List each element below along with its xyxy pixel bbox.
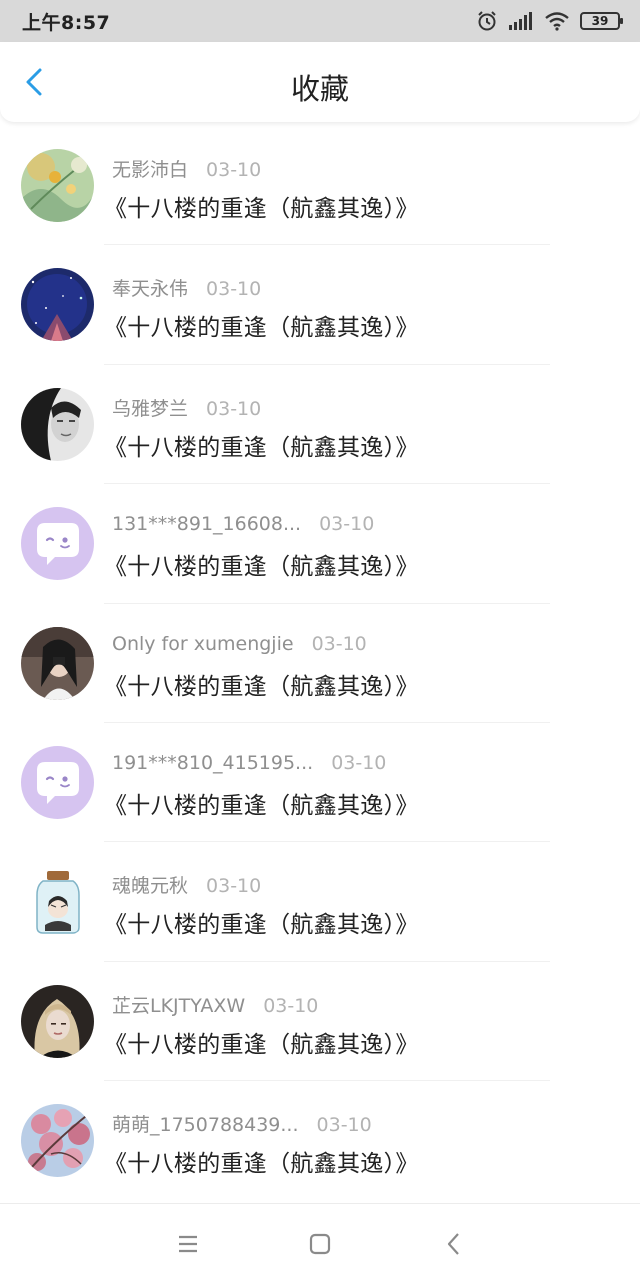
date-label: 03-10 (316, 1114, 372, 1137)
item-meta: 乌雅梦兰 03-10 (112, 394, 261, 421)
date-label: 03-10 (263, 994, 319, 1017)
date-label: 03-10 (206, 159, 262, 181)
author-name: Only for xumengjie (112, 632, 294, 655)
wifi-icon (544, 11, 570, 31)
book-title: 《十八楼的重逢（航鑫其逸）》 (104, 673, 419, 700)
book-title: 《十八楼的重逢（航鑫其逸）》 (104, 434, 419, 461)
page-title: 收藏 (290, 72, 349, 106)
alarm-icon (476, 10, 498, 32)
avatar (21, 1104, 94, 1178)
avatar (21, 865, 94, 939)
date-label: 03-10 (331, 751, 387, 774)
avatar (21, 507, 94, 581)
book-title: 《十八楼的重逢（航鑫其逸）》 (104, 1031, 419, 1058)
item-meta: 芷云LKJTYAXW 03-10 (112, 991, 318, 1018)
favorites-list: 无影沛白 03-10 《十八楼的重逢（航鑫其逸）》 奉天永伟 03-10 《十八… (0, 126, 640, 1201)
system-nav-bar (0, 1203, 640, 1280)
list-item[interactable]: Only for xumengjie 03-10 《十八楼的重逢（航鑫其逸）》 (0, 604, 640, 723)
avatar (21, 984, 94, 1058)
book-title: 《十八楼的重逢（航鑫其逸）》 (104, 196, 419, 222)
battery-icon: 39 (580, 12, 623, 30)
list-item[interactable]: 芷云LKJTYAXW 03-10 《十八楼的重逢（航鑫其逸）》 (0, 962, 640, 1082)
item-meta: 131***891_16608... 03-10 (112, 513, 374, 535)
item-meta: 萌萌_1750788439... 03-10 (112, 1110, 372, 1137)
avatar (21, 149, 94, 222)
list-item[interactable]: 萌萌_1750788439... 03-10 《十八楼的重逢（航鑫其逸）》 (0, 1081, 640, 1200)
nav-bar: 收藏 (0, 42, 640, 122)
status-bar: 上午8:57 39 (0, 0, 640, 42)
list-item[interactable]: 魂魄元秋 03-10 《十八楼的重逢（航鑫其逸）》 (0, 842, 640, 962)
book-title: 《十八楼的重逢（航鑫其逸）》 (104, 792, 419, 819)
list-item[interactable]: 无影沛白 03-10 《十八楼的重逢（航鑫其逸）》 (0, 126, 640, 246)
author-name: 魂魄元秋 (112, 875, 189, 898)
author-name: 131***891_16608... (112, 513, 302, 536)
menu-button[interactable] (170, 1226, 206, 1262)
author-name: 萌萌_1750788439... (112, 1114, 299, 1137)
author-name: 乌雅梦兰 (112, 397, 189, 420)
date-label: 03-10 (206, 397, 262, 420)
menu-icon (179, 1235, 197, 1253)
list-item[interactable]: 乌雅梦兰 03-10 《十八楼的重逢（航鑫其逸）》 (0, 365, 640, 485)
item-meta: 奉天永伟 03-10 (112, 274, 261, 301)
book-title: 《十八楼的重逢（航鑫其逸）》 (104, 912, 419, 939)
author-name: 无影沛白 (112, 159, 189, 181)
signal-icon (508, 11, 534, 31)
back-triangle-icon (447, 1233, 459, 1255)
author-name: 芷云LKJTYAXW (112, 994, 246, 1017)
author-name: 奉天永伟 (112, 278, 189, 301)
system-back-button[interactable] (436, 1226, 472, 1262)
date-label: 03-10 (206, 278, 262, 301)
book-title: 《十八楼的重逢（航鑫其逸）》 (104, 554, 419, 581)
date-label: 03-10 (206, 875, 262, 898)
avatar (21, 626, 94, 700)
avatar (21, 745, 94, 819)
avatar (21, 387, 94, 461)
list-item[interactable]: 191***810_415195... 03-10 《十八楼的重逢（航鑫其逸）》 (0, 723, 640, 843)
book-title: 《十八楼的重逢（航鑫其逸）》 (104, 1151, 419, 1178)
author-name: 191***810_415195... (112, 751, 314, 774)
item-meta: 191***810_415195... 03-10 (112, 752, 386, 774)
item-meta: 魂魄元秋 03-10 (112, 871, 261, 898)
book-title: 《十八楼的重逢（航鑫其逸）》 (104, 315, 419, 342)
list-item[interactable]: 奉天永伟 03-10 《十八楼的重逢（航鑫其逸）》 (0, 245, 640, 365)
home-square-icon (309, 1233, 331, 1255)
item-meta: Only for xumengjie 03-10 (112, 633, 367, 655)
status-icons: 39 (476, 8, 623, 34)
date-label: 03-10 (311, 632, 367, 655)
avatar (21, 268, 94, 342)
date-label: 03-10 (319, 513, 375, 536)
home-button[interactable] (302, 1226, 338, 1262)
list-item[interactable]: 131***891_16608... 03-10 《十八楼的重逢（航鑫其逸）》 (0, 484, 640, 604)
status-time: 上午8:57 (22, 12, 111, 34)
item-meta: 无影沛白 03-10 (112, 155, 261, 182)
